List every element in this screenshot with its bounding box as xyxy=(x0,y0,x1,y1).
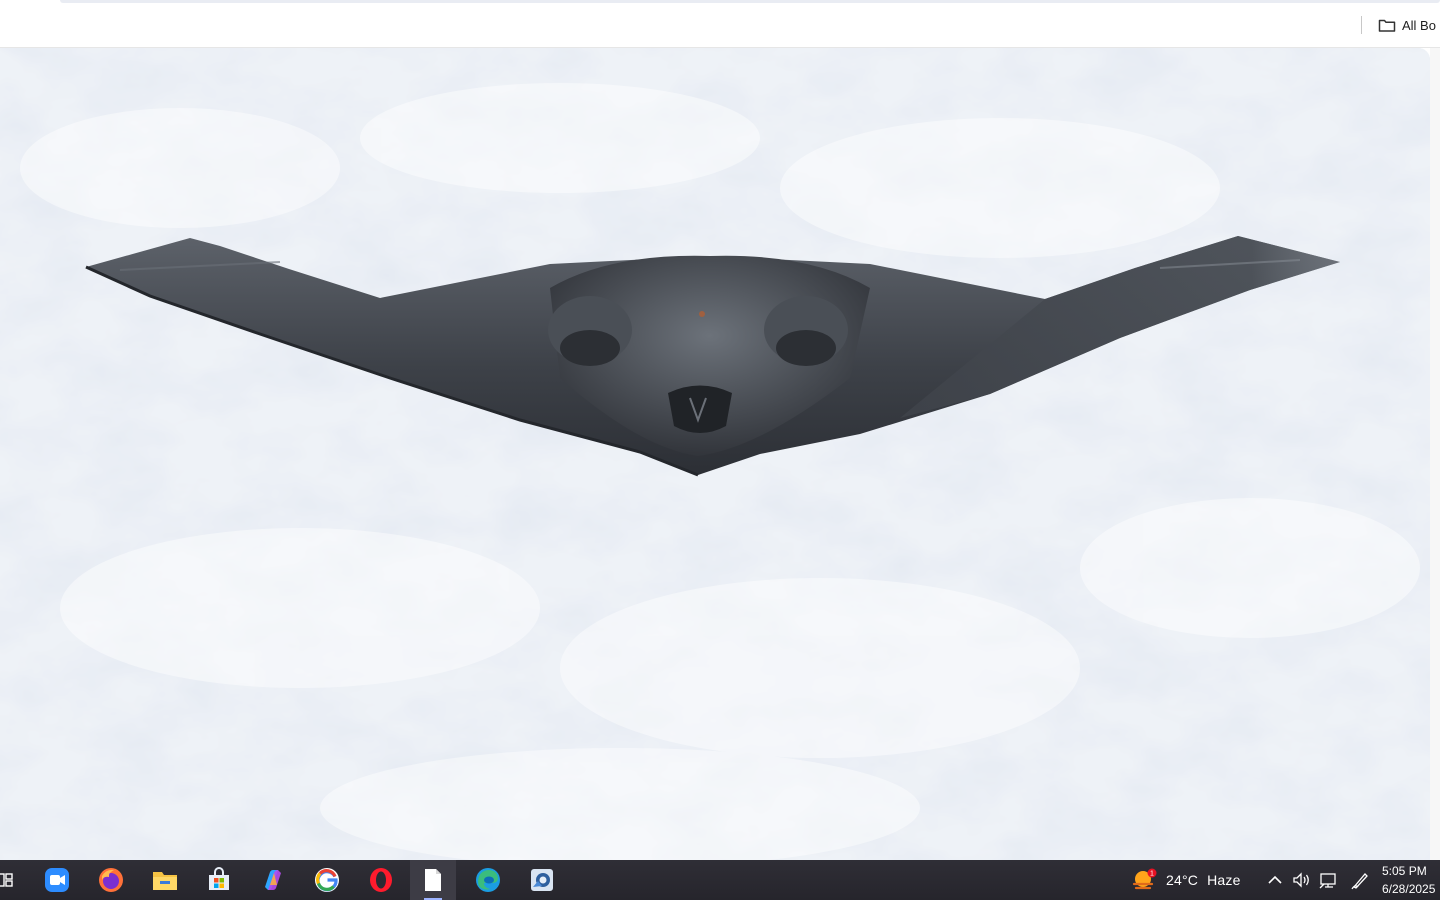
scrollbar-track[interactable] xyxy=(1430,48,1440,860)
sun-haze-icon: 1 xyxy=(1132,868,1157,890)
taskbar-file-explorer[interactable] xyxy=(142,860,188,900)
show-hidden-icons-button[interactable] xyxy=(1266,860,1284,900)
task-view-button[interactable] xyxy=(0,860,28,900)
clock-time: 5:05 PM xyxy=(1382,864,1427,878)
taskbar-copilot[interactable] xyxy=(250,860,296,900)
clock-date: 6/28/2025 xyxy=(1382,882,1436,896)
bookmarks-separator xyxy=(1361,16,1362,34)
taskbar-opera[interactable] xyxy=(358,860,404,900)
weather-temperature: 24°C xyxy=(1166,872,1199,888)
notepad-icon xyxy=(425,869,441,891)
windows-taskbar: 1 24°C Haze 5:05 PM 6/28/2025 xyxy=(0,860,1440,900)
google-chrome-icon xyxy=(315,868,339,892)
chevron-up-icon xyxy=(1268,875,1282,884)
address-bar-edge xyxy=(60,0,1440,3)
taskbar-firefox[interactable] xyxy=(88,860,134,900)
network-button[interactable] xyxy=(1319,860,1339,900)
weather-condition: Haze xyxy=(1207,872,1241,888)
taskbar-edge[interactable] xyxy=(465,860,511,900)
pen-icon xyxy=(1351,873,1368,890)
volume-button[interactable] xyxy=(1292,860,1312,900)
bomber-photo xyxy=(0,48,1430,860)
weather-widget[interactable]: 1 24°C Haze xyxy=(1130,860,1241,900)
edge-icon xyxy=(476,868,500,892)
microsoft-store-icon xyxy=(209,867,229,890)
opera-icon xyxy=(370,868,392,892)
all-bookmarks-label: All Bo xyxy=(1402,17,1436,33)
all-bookmarks-button[interactable]: All Bo xyxy=(1378,14,1440,36)
folder-icon xyxy=(1378,19,1396,32)
taskbar-zoom[interactable] xyxy=(34,860,80,900)
file-explorer-icon xyxy=(153,872,177,890)
image-viewport xyxy=(0,48,1430,860)
taskbar-google[interactable] xyxy=(304,860,350,900)
system-clock[interactable]: 5:05 PM 6/28/2025 xyxy=(1382,862,1440,898)
speaker-icon xyxy=(1293,872,1309,888)
copilot-icon xyxy=(265,870,281,890)
task-view-icon xyxy=(0,873,13,887)
pen-menu-button[interactable] xyxy=(1350,860,1370,900)
photo-viewer-icon xyxy=(531,869,553,891)
svg-text:1: 1 xyxy=(1150,871,1154,878)
firefox-icon xyxy=(99,868,123,892)
taskbar-photo-viewer[interactable] xyxy=(519,860,565,900)
bookmarks-bar: All Bo xyxy=(0,0,1440,48)
network-icon xyxy=(1319,873,1336,889)
taskbar-microsoft-store[interactable] xyxy=(196,860,242,900)
zoom-icon xyxy=(45,868,69,892)
taskbar-notepad[interactable] xyxy=(410,860,456,900)
